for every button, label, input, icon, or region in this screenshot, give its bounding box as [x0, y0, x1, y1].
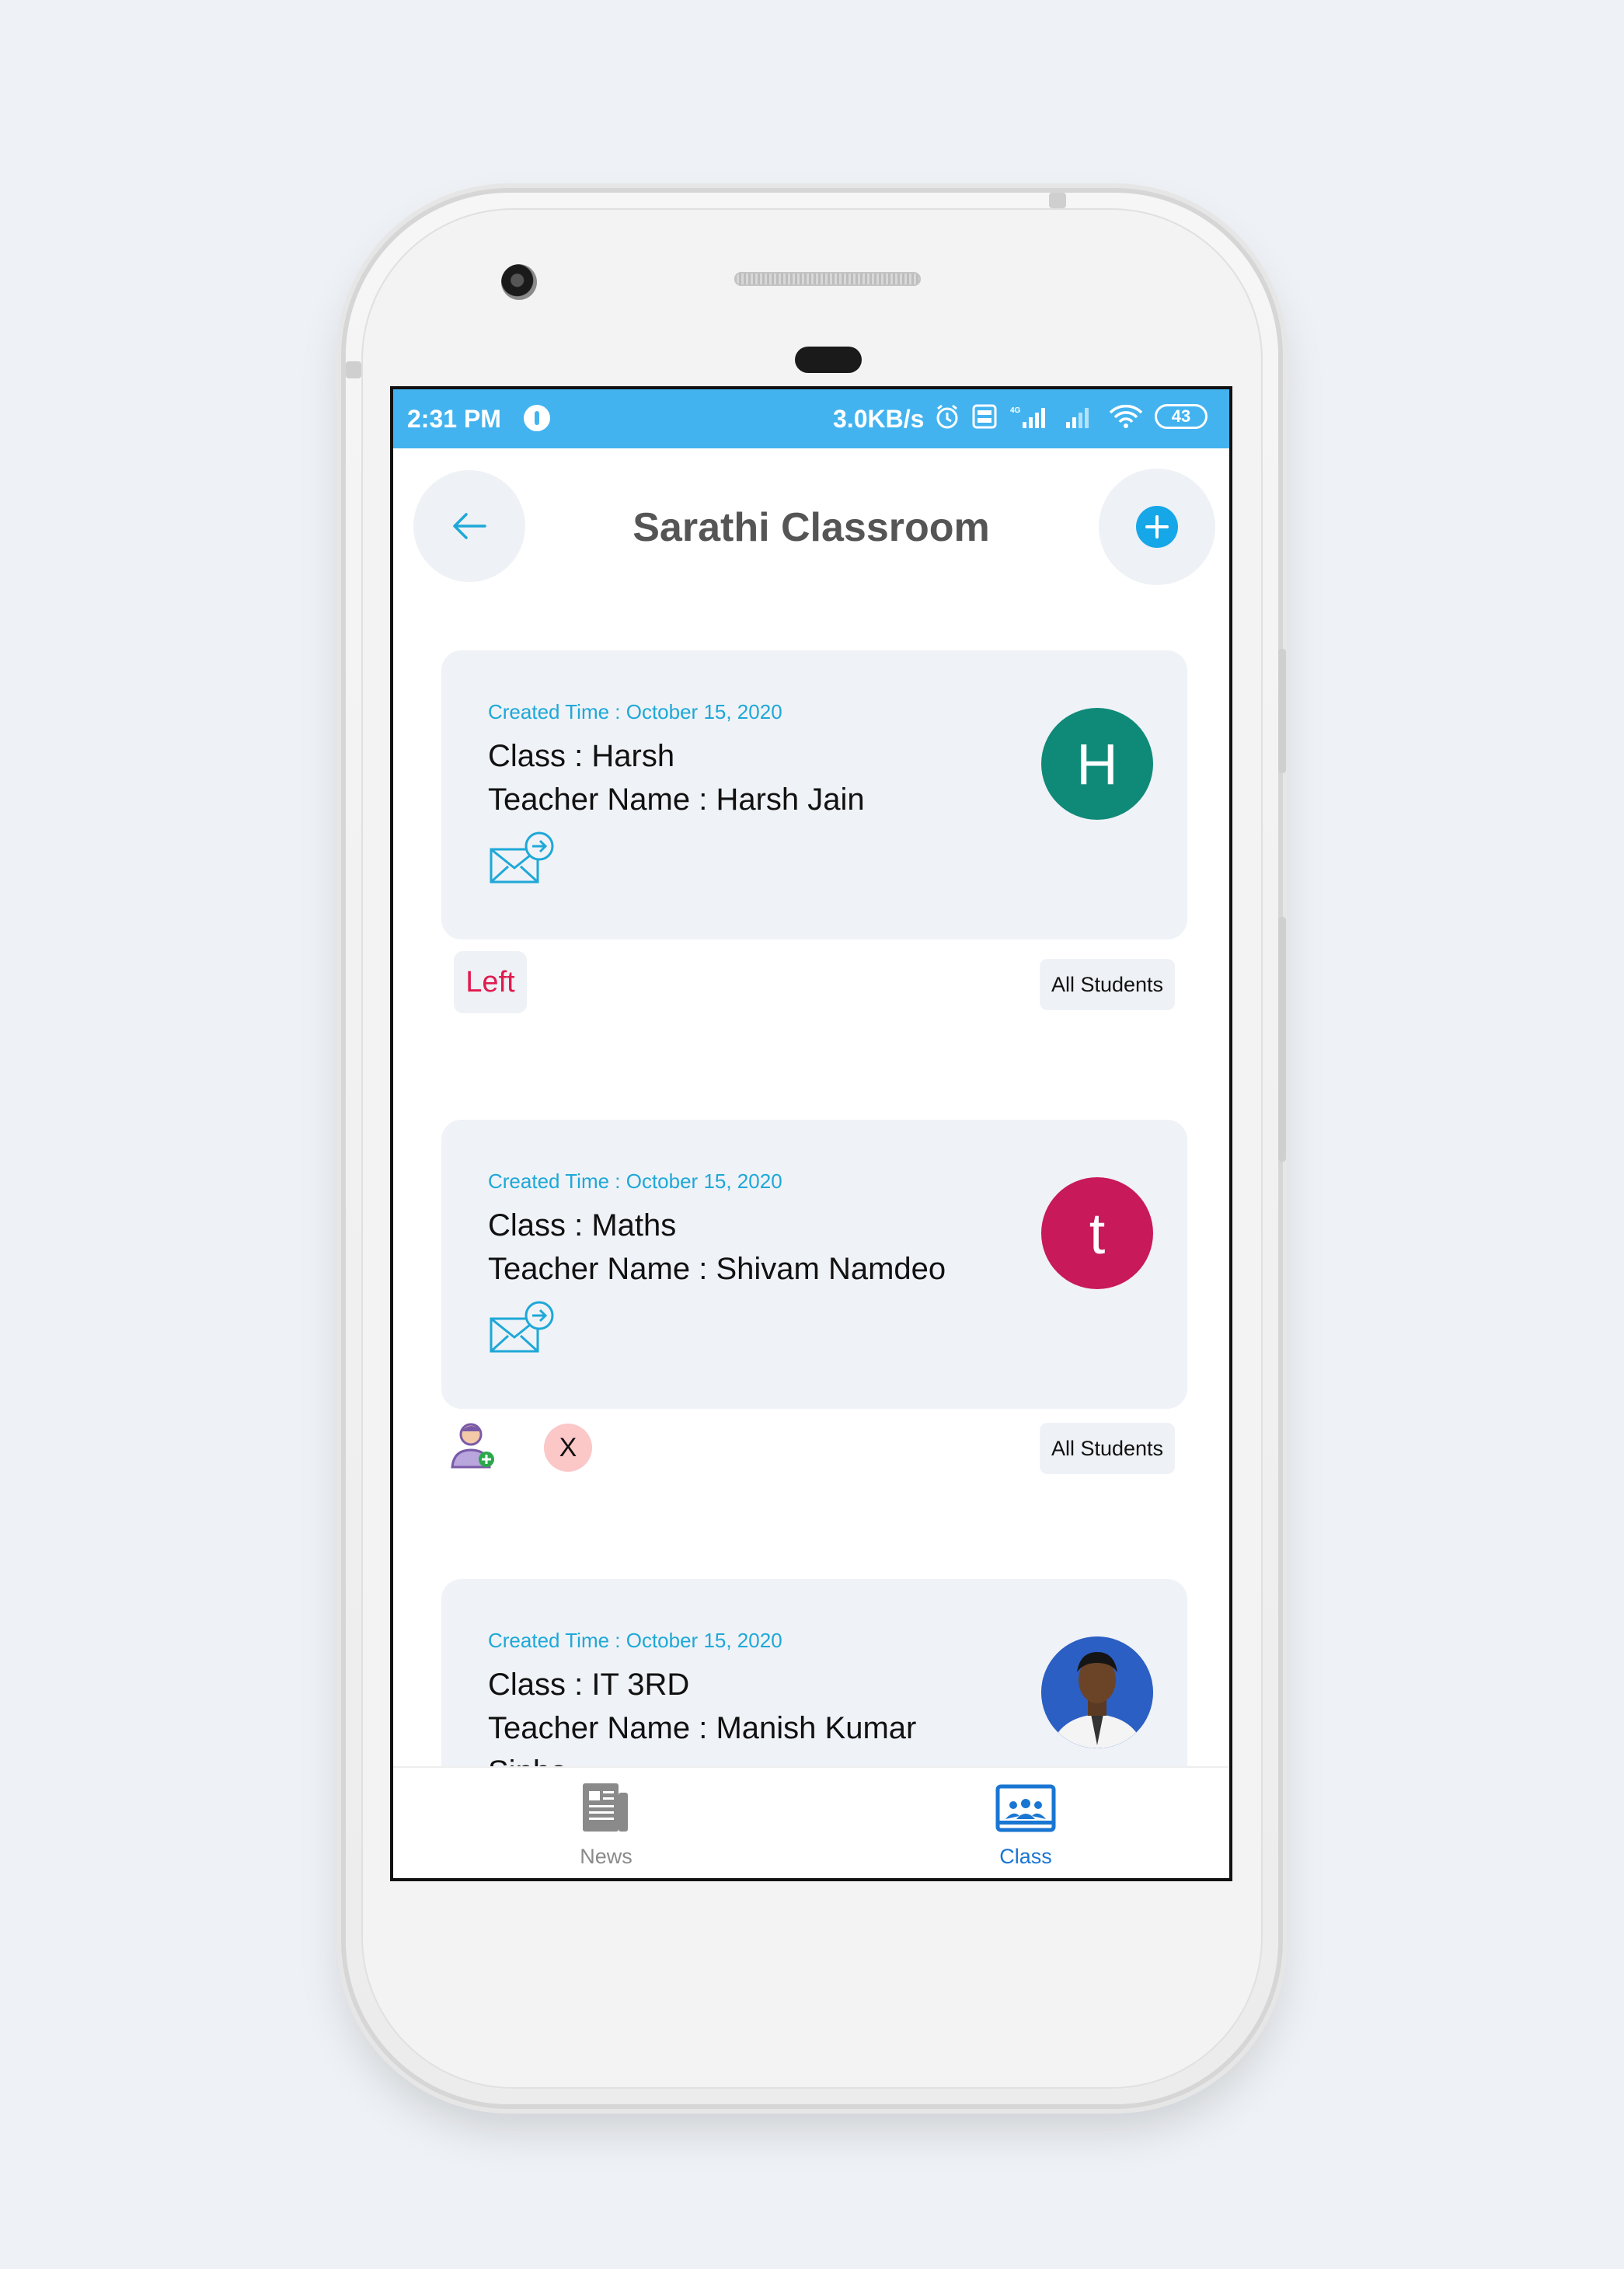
network-speed: 3.0KB/s — [833, 405, 925, 433]
battery-indicator: 43 — [1155, 404, 1208, 429]
nav-item-class[interactable]: Class — [948, 1780, 1103, 1869]
add-class-button[interactable] — [1099, 469, 1215, 585]
volume-button — [1278, 649, 1286, 773]
newspaper-icon — [583, 1783, 628, 1832]
class-name: Class : IT 3RD — [488, 1668, 690, 1702]
earpiece-speaker — [734, 272, 921, 286]
classroom-icon — [995, 1784, 1056, 1832]
plus-circle-icon — [1136, 506, 1178, 548]
created-time: Created Time : October 15, 2020 — [488, 1629, 782, 1652]
mail-forward-icon[interactable] — [488, 1298, 559, 1358]
left-side-mark — [346, 361, 361, 378]
created-time: Created Time : October 15, 2020 — [488, 1169, 782, 1193]
teacher-name: Teacher Name : Harsh Jain — [488, 782, 865, 817]
class-card[interactable]: Created Time : October 15, 2020 Class : … — [441, 1120, 1187, 1409]
status-icons: 4G 43 — [934, 403, 1208, 430]
teacher-name: Teacher Name : Shivam Namdeo — [488, 1252, 946, 1286]
class-avatar: t — [1041, 1177, 1153, 1289]
class-name: Class : Maths — [488, 1208, 677, 1243]
nav-label-class: Class — [999, 1845, 1052, 1868]
proximity-sensor — [795, 347, 862, 373]
status-bar: 2:31 PM 3.0KB/s 4G 43 — [393, 389, 1229, 448]
mail-forward-icon[interactable] — [488, 829, 559, 888]
all-students-button[interactable]: All Students — [1040, 1423, 1175, 1474]
wifi-icon — [1109, 404, 1143, 428]
notification-icon — [524, 405, 550, 431]
signal-icon — [1066, 408, 1089, 428]
teacher-name: Teacher Name : Manish Kumar — [488, 1711, 917, 1745]
status-time: 2:31 PM — [407, 405, 501, 433]
class-card[interactable]: Created Time : October 15, 2020 Class : … — [441, 650, 1187, 939]
bottom-navigation: News Class — [393, 1766, 1229, 1878]
top-button — [1049, 193, 1066, 208]
power-button — [1278, 917, 1286, 1162]
remove-button[interactable]: X — [544, 1424, 592, 1472]
class-avatar: H — [1041, 708, 1153, 820]
class-name: Class : Harsh — [488, 739, 675, 773]
signal-4g-icon: 4G — [1010, 406, 1045, 428]
all-students-button[interactable]: All Students — [1040, 959, 1175, 1010]
app-screen: 2:31 PM 3.0KB/s 4G 43 Sarathi Classroom … — [390, 386, 1232, 1881]
teacher-photo — [1041, 1636, 1153, 1748]
left-status-button[interactable]: Left — [454, 951, 527, 1013]
svg-text:4G: 4G — [1010, 406, 1021, 415]
created-time: Created Time : October 15, 2020 — [488, 700, 782, 723]
add-student-icon[interactable] — [448, 1420, 499, 1470]
volte-icon — [972, 404, 997, 429]
nav-item-news[interactable]: News — [528, 1780, 684, 1869]
front-camera — [501, 264, 537, 300]
alarm-icon — [936, 404, 958, 429]
nav-label-news: News — [580, 1845, 633, 1868]
